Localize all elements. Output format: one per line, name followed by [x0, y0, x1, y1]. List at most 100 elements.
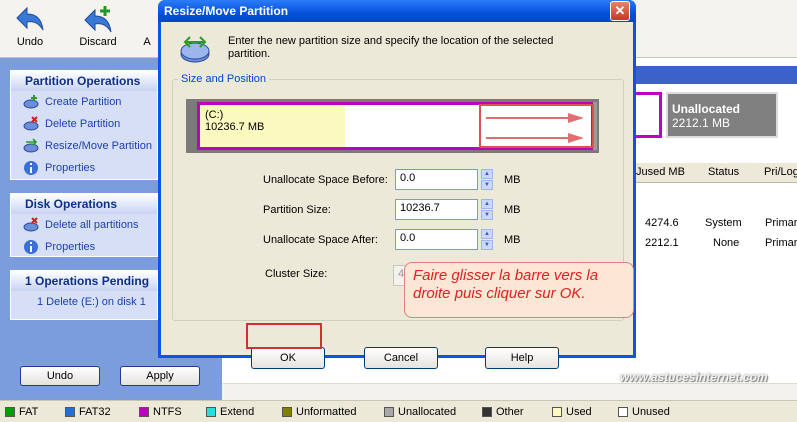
size-position-title: Size and Position — [178, 73, 269, 85]
spin-down-icon: ▼ — [481, 240, 493, 250]
cell-type: Primar — [765, 237, 797, 249]
drag-arrows-icon — [486, 113, 584, 143]
create-partition-item[interactable]: Create Partition — [11, 91, 157, 113]
resize-move-partition-item[interactable]: Resize/Move Partition — [11, 135, 157, 157]
discard-toolbar-label: Discard — [79, 36, 117, 48]
space-before-spinner[interactable]: ▲ ▼ — [481, 169, 493, 190]
space-after-spinner[interactable]: ▲ ▼ — [481, 229, 493, 250]
legend-ntfs: NTFS — [139, 406, 182, 418]
spin-down-icon: ▼ — [481, 180, 493, 190]
disk-operations-title: Disk Operations — [11, 194, 157, 214]
dialog-title: Resize/Move Partition — [158, 0, 636, 22]
watermark: www.astucesinternet.com — [620, 370, 768, 384]
horizontal-scrollbar[interactable] — [222, 383, 797, 400]
legend-used: Used — [552, 406, 592, 418]
cell-type: Primar — [765, 217, 797, 229]
partition-operations-title: Partition Operations — [11, 71, 157, 91]
space-before-label: Unallocate Space Before: — [263, 174, 388, 186]
legend-unused: Unused — [618, 406, 670, 418]
undo-arrow-icon — [16, 6, 44, 31]
legend-swatch — [282, 407, 292, 417]
disk-header-bar — [636, 66, 797, 84]
column-type[interactable]: Pri/Log — [764, 166, 797, 178]
discard-toolbar-button[interactable]: Discard — [70, 4, 126, 54]
delete-partition-label: Delete Partition — [45, 118, 121, 130]
column-status[interactable]: Status — [708, 166, 739, 178]
ok-button[interactable]: OK — [251, 347, 325, 369]
resize-partition-icon — [180, 36, 210, 63]
legend-fat: FAT — [5, 406, 38, 418]
partition-operations-panel: Partition Operations Create Partition De… — [10, 70, 158, 180]
legend-swatch — [384, 407, 394, 417]
partition-size-input[interactable]: 10236.7 — [395, 199, 478, 220]
pending-operations-panel: 1 Operations Pending 1 Delete (E:) on di… — [10, 270, 158, 320]
help-button[interactable]: Help — [485, 347, 559, 369]
unallocated-label: Unallocated — [672, 102, 741, 116]
delete-all-partitions-label: Delete all partitions — [45, 219, 139, 231]
cluster-size-label: Cluster Size: — [265, 268, 328, 280]
close-button[interactable]: ✕ — [610, 1, 630, 21]
spin-up-icon: ▲ — [481, 169, 493, 179]
unallocated-block[interactable]: Unallocated 2212.1 MB — [666, 92, 778, 138]
partition-properties-label: Properties — [45, 162, 96, 174]
resize-partition-icon — [23, 138, 39, 153]
legend-bar: FAT FAT32 NTFS Extend Unformatted Unallo… — [0, 400, 797, 422]
create-partition-label: Create Partition — [45, 96, 122, 108]
pending-operation-item[interactable]: 1 Delete (E:) on disk 1 — [11, 291, 157, 313]
cancel-button[interactable]: Cancel — [364, 347, 438, 369]
partition-size-label: Partition Size: — [263, 204, 331, 216]
info-icon — [24, 240, 38, 254]
partition-properties-item[interactable]: Properties — [11, 157, 157, 179]
cell-used: 2212.1 — [645, 237, 679, 249]
disk-properties-label: Properties — [45, 241, 96, 253]
cell-status: None — [713, 237, 740, 249]
disk-operations-panel: Disk Operations Delete all partitions Pr… — [10, 193, 158, 257]
dialog-instructions: Enter the new partition size and specify… — [228, 35, 554, 60]
ok-highlight — [246, 323, 322, 349]
info-icon — [24, 161, 38, 175]
apply-icon — [136, 4, 158, 34]
cell-status: System — [705, 217, 742, 229]
legend-swatch — [552, 407, 562, 417]
pending-operations-title: 1 Operations Pending — [11, 271, 157, 291]
legend-unallocated: Unallocated — [384, 406, 456, 418]
sidebar-undo-button[interactable]: Undo — [20, 366, 100, 386]
unit-label: MB — [504, 234, 521, 246]
delete-all-icon — [23, 217, 39, 232]
legend-extend: Extend — [206, 406, 254, 418]
resize-move-partition-label: Resize/Move Partition — [45, 140, 152, 152]
legend-swatch — [5, 407, 15, 417]
unit-label: MB — [504, 174, 521, 186]
legend-swatch — [206, 407, 216, 417]
delete-all-partitions-item[interactable]: Delete all partitions — [11, 214, 157, 236]
partition-size-display: 10236.7 MB — [205, 121, 265, 133]
legend-swatch — [139, 407, 149, 417]
create-partition-icon — [23, 95, 39, 109]
space-after-input[interactable]: 0.0 — [395, 229, 478, 250]
delete-partition-item[interactable]: Delete Partition — [11, 113, 157, 135]
discard-arrow-icon — [84, 6, 112, 33]
delete-partition-icon — [23, 116, 39, 131]
unallocated-size: 2212.1 MB — [672, 116, 731, 130]
partition-name: (C:) — [205, 109, 224, 121]
apply-toolbar-label: A — [143, 36, 151, 48]
space-before-input[interactable]: 0.0 — [395, 169, 478, 190]
column-used[interactable]: Jused MB — [636, 166, 685, 178]
legend-swatch — [482, 407, 492, 417]
legend-unformatted: Unformatted — [282, 406, 357, 418]
sidebar-apply-button[interactable]: Apply — [120, 366, 200, 386]
legend-swatch — [618, 407, 628, 417]
spin-up-icon: ▲ — [481, 199, 493, 209]
partition-used-area: (C:) 10236.7 MB — [200, 105, 345, 147]
partition-size-spinner[interactable]: ▲ ▼ — [481, 199, 493, 220]
disk-properties-item[interactable]: Properties — [11, 236, 157, 258]
space-after-label: Unallocate Space After: — [263, 234, 378, 246]
ntfs-partition-block[interactable] — [636, 92, 662, 138]
undo-toolbar-button[interactable]: Undo — [2, 4, 58, 54]
legend-other: Other — [482, 406, 524, 418]
tutorial-annotation: Faire glisser la barre vers la droite pu… — [404, 262, 634, 318]
legend-fat32: FAT32 — [65, 406, 111, 418]
apply-toolbar-button[interactable]: A — [136, 4, 158, 54]
legend-swatch — [65, 407, 75, 417]
spin-up-icon: ▲ — [481, 229, 493, 239]
